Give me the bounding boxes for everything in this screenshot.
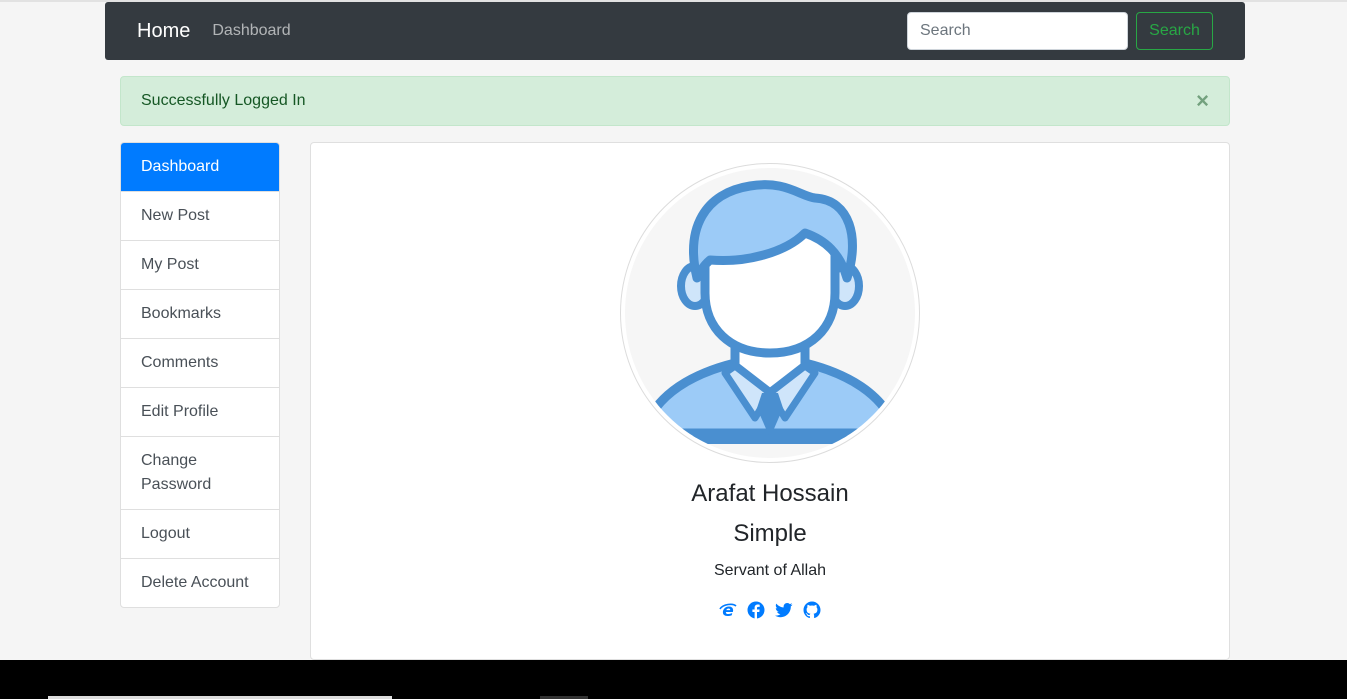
twitter-icon[interactable] bbox=[775, 601, 793, 619]
profile-name: Arafat Hossain bbox=[691, 480, 849, 507]
profile-bio: Servant of Allah bbox=[713, 562, 827, 579]
avatar-image bbox=[625, 168, 915, 458]
user-avatar-icon bbox=[635, 180, 905, 444]
sidebar-item-dashboard[interactable]: Dashboard bbox=[121, 143, 279, 191]
github-icon[interactable] bbox=[803, 601, 821, 619]
sidebar-item-logout[interactable]: Logout bbox=[121, 509, 279, 558]
avatar bbox=[620, 163, 920, 463]
search-button[interactable]: Search bbox=[1136, 12, 1213, 50]
nav-link-dashboard[interactable]: Dashboard bbox=[212, 22, 290, 40]
sidebar: Dashboard New Post My Post Bookmarks Com… bbox=[120, 142, 280, 608]
taskbar bbox=[0, 660, 1347, 699]
brand-home-link[interactable]: Home bbox=[137, 20, 190, 43]
close-icon[interactable]: × bbox=[1196, 90, 1209, 112]
sidebar-item-bookmarks[interactable]: Bookmarks bbox=[121, 289, 279, 338]
alert-message: Successfully Logged In bbox=[141, 92, 306, 109]
sidebar-item-comments[interactable]: Comments bbox=[121, 338, 279, 387]
website-icon[interactable]: e bbox=[719, 601, 737, 619]
profile-card: Arafat Hossain Simple Servant of Allah e bbox=[310, 142, 1230, 660]
sidebar-item-edit-profile[interactable]: Edit Profile bbox=[121, 387, 279, 436]
profile-role: Simple bbox=[733, 520, 807, 547]
social-links: e bbox=[311, 601, 1229, 619]
sidebar-item-delete-account[interactable]: Delete Account bbox=[121, 558, 279, 607]
success-alert: Successfully Logged In × bbox=[120, 76, 1230, 126]
navbar: Home Dashboard Search bbox=[105, 2, 1245, 60]
sidebar-item-change-password[interactable]: Change Password bbox=[121, 436, 279, 509]
sidebar-item-my-post[interactable]: My Post bbox=[121, 240, 279, 289]
facebook-icon[interactable] bbox=[747, 601, 765, 619]
search-input[interactable] bbox=[907, 12, 1128, 50]
sidebar-item-new-post[interactable]: New Post bbox=[121, 191, 279, 240]
